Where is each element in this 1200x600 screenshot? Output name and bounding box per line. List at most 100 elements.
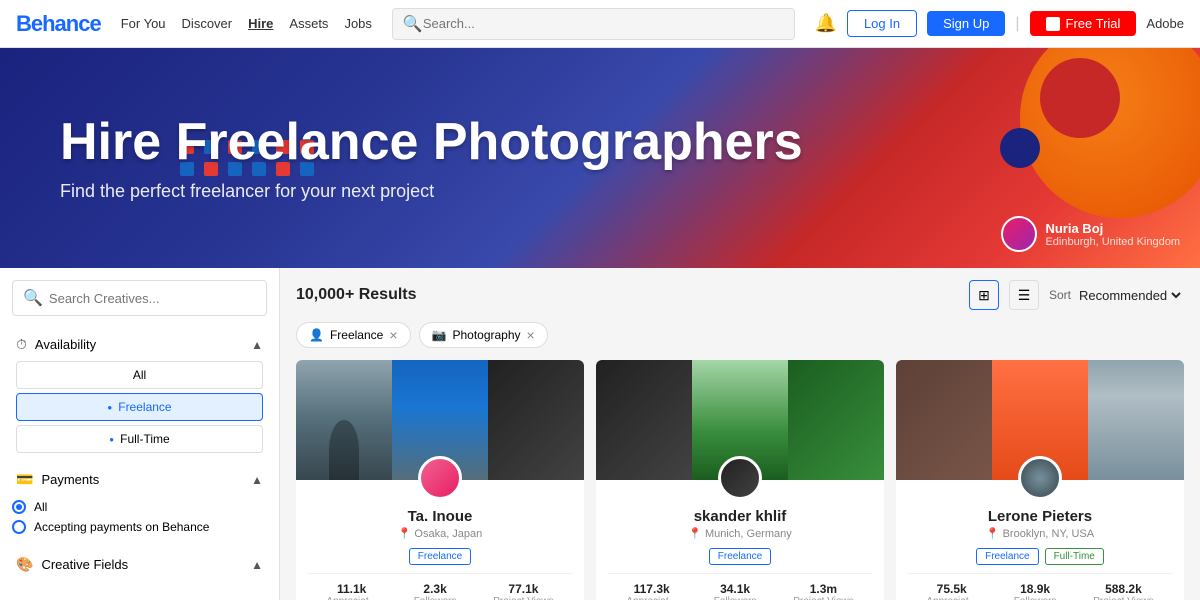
avatar <box>1001 216 1037 252</box>
chevron-up-icon: ▲ <box>251 338 263 352</box>
photography-tag-icon: 📷 <box>432 328 447 342</box>
card-stats: 117.3k Appreciat... 34.1k Followers 1.3m… <box>608 573 872 600</box>
results-section: 10,000+ Results ⊞ ☰ Sort Recommended Mos… <box>280 268 1200 600</box>
freetrial-label: Free Trial <box>1066 16 1121 31</box>
stat-followers: 34.1k Followers <box>714 582 757 600</box>
signup-button[interactable]: Sign Up <box>927 11 1005 36</box>
list-view-button[interactable]: ☰ <box>1009 280 1039 310</box>
search-icon: 🔍 <box>23 288 43 308</box>
hero-banner: Hire Freelance Photographers Find the pe… <box>0 48 1200 268</box>
freelance-filter-tag[interactable]: 👤 Freelance × <box>296 322 411 348</box>
photography-tag-label: Photography <box>452 328 520 342</box>
results-header: 10,000+ Results ⊞ ☰ Sort Recommended Mos… <box>296 280 1184 310</box>
card-image-1 <box>896 360 992 480</box>
creative-card[interactable]: Lerone Pieters 📍 Brooklyn, NY, USA Freel… <box>896 360 1184 600</box>
creative-chevron-up-icon: ▲ <box>251 558 263 572</box>
card-images <box>296 360 584 480</box>
card-name: Ta. Inoue <box>308 508 572 525</box>
location-icon: 📍 <box>688 527 702 540</box>
fulltime-button[interactable]: Full-Time <box>16 425 263 453</box>
freetrial-button[interactable]: Free Trial <box>1030 11 1137 36</box>
all-payments-option[interactable]: All <box>12 500 267 514</box>
hero-subtitle: Find the perfect freelancer for your nex… <box>60 181 803 202</box>
avatar <box>718 456 762 500</box>
card-image-3 <box>488 360 584 480</box>
nav-assets[interactable]: Assets <box>289 16 328 31</box>
fulltime-badge: Full-Time <box>1045 548 1104 565</box>
freelance-badge: Freelance <box>709 548 771 565</box>
hero-user-info: Nuria Boj Edinburgh, United Kingdom <box>1045 221 1180 248</box>
notification-button[interactable]: 🔔 <box>815 13 837 34</box>
freelance-badge: Freelance <box>409 548 471 565</box>
hero-user-name: Nuria Boj <box>1045 221 1180 236</box>
avatar <box>418 456 462 500</box>
results-count: 10,000+ Results <box>296 286 417 304</box>
card-image-1 <box>296 360 392 480</box>
location-icon: 📍 <box>986 527 1000 540</box>
card-stats: 11.1k Appreciat... 2.3k Followers 77.1k … <box>308 573 572 600</box>
grid-view-button[interactable]: ⊞ <box>969 280 999 310</box>
creative-card[interactable]: Ta. Inoue 📍 Osaka, Japan Freelance 11.1k… <box>296 360 584 600</box>
accepting-payments-option[interactable]: Accepting payments on Behance <box>12 520 267 534</box>
nav-jobs[interactable]: Jobs <box>344 16 371 31</box>
nav-discover[interactable]: Discover <box>182 16 233 31</box>
nav-search-bar[interactable]: 🔍 <box>392 8 795 40</box>
active-filters: 👤 Freelance × 📷 Photography × <box>296 322 1184 348</box>
login-button[interactable]: Log In <box>847 10 917 37</box>
creative-fields-header[interactable]: 🎨 Creative Fields ▲ <box>12 548 267 581</box>
photography-remove-icon[interactable]: × <box>527 327 535 343</box>
availability-label: Availability <box>35 337 96 352</box>
card-tags: Freelance <box>308 548 572 565</box>
logo[interactable]: Behance <box>16 11 101 37</box>
nav-hire[interactable]: Hire <box>248 16 273 31</box>
accepting-payments-label: Accepting payments on Behance <box>34 520 209 534</box>
payments-options: All Accepting payments on Behance <box>12 496 267 538</box>
card-images <box>596 360 884 480</box>
hero-text: Hire Freelance Photographers Find the pe… <box>60 114 803 202</box>
availability-options: All Freelance Full-Time <box>12 361 267 453</box>
creative-card[interactable]: skander khlif 📍 Munich, Germany Freelanc… <box>596 360 884 600</box>
card-image-3 <box>788 360 884 480</box>
stat-project-views: 1.3m Project Views <box>793 582 853 600</box>
card-stats: 75.5k Appreciat... 18.9k Followers 588.2… <box>908 573 1172 600</box>
availability-header[interactable]: ⏱ Availability ▲ <box>12 328 267 361</box>
payments-header[interactable]: 💳 Payments ▲ <box>12 463 267 496</box>
creative-fields-label: Creative Fields <box>41 557 128 572</box>
photography-filter-tag[interactable]: 📷 Photography × <box>419 322 548 348</box>
hero-user-location: Edinburgh, United Kingdom <box>1045 236 1180 248</box>
freelance-remove-icon[interactable]: × <box>389 327 397 343</box>
stat-appreciations: 75.5k Appreciat... <box>926 582 977 600</box>
all-payments-label: All <box>34 500 47 514</box>
radio-filled-icon <box>12 500 26 514</box>
main-content: 🔍 ⏱ Availability ▲ All Freelance Full-Ti… <box>0 268 1200 600</box>
sidebar-search-input[interactable] <box>49 291 256 306</box>
creative-fields-icon: 🎨 <box>16 556 33 573</box>
freelance-tag-label: Freelance <box>330 328 383 342</box>
freelance-button[interactable]: Freelance <box>16 393 263 421</box>
results-controls: ⊞ ☰ Sort Recommended Most Popular Newest <box>969 280 1184 310</box>
nav-right: 🔔 Log In Sign Up | Free Trial Adobe <box>815 10 1184 37</box>
nav-for-you[interactable]: For You <box>121 16 166 31</box>
card-location: 📍 Osaka, Japan <box>308 527 572 540</box>
cards-grid: Ta. Inoue 📍 Osaka, Japan Freelance 11.1k… <box>296 360 1184 600</box>
nav-links: For You Discover Hire Assets Jobs <box>121 16 372 31</box>
all-availability-button[interactable]: All <box>16 361 263 389</box>
card-images <box>896 360 1184 480</box>
availability-filter: ⏱ Availability ▲ All Freelance Full-Time <box>12 328 267 453</box>
card-name: skander khlif <box>608 508 872 525</box>
radio-empty-icon <box>12 520 26 534</box>
freelance-tag-icon: 👤 <box>309 328 324 342</box>
sidebar-search[interactable]: 🔍 <box>12 280 267 316</box>
search-input[interactable] <box>423 16 784 31</box>
location-icon: 📍 <box>398 527 412 540</box>
divider: | <box>1015 15 1019 33</box>
freelance-badge: Freelance <box>976 548 1038 565</box>
card-tags: Freelance Full-Time <box>908 548 1172 565</box>
stat-appreciations: 11.1k Appreciat... <box>326 582 377 600</box>
card-location: 📍 Brooklyn, NY, USA <box>908 527 1172 540</box>
adobe-logo: Adobe <box>1146 16 1184 31</box>
card-avatar-wrap <box>418 456 462 500</box>
stat-project-views: 77.1k Project Views <box>493 582 553 600</box>
search-icon: 🔍 <box>403 14 423 34</box>
sort-select[interactable]: Recommended Most Popular Newest <box>1075 287 1184 304</box>
